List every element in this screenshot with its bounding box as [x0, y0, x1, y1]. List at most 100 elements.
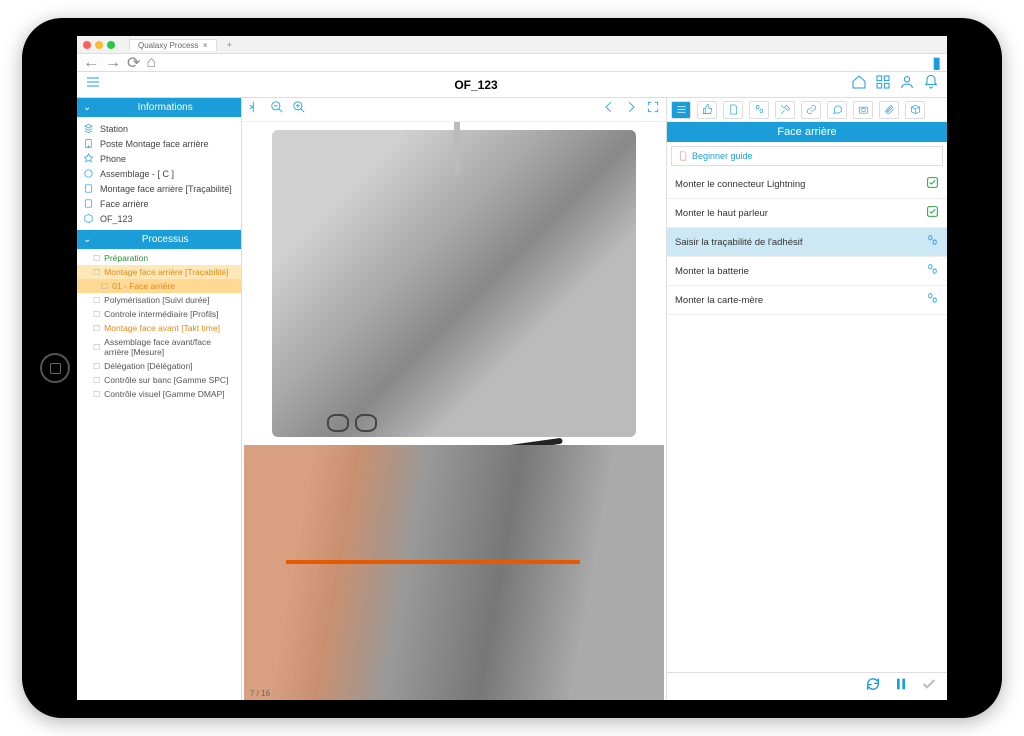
step-item[interactable]: Monter le connecteur Lightning: [667, 170, 947, 199]
rtab-link-icon[interactable]: [801, 101, 821, 119]
process-label: Délégation [Délégation]: [104, 361, 192, 371]
rtab-thumbs-up-icon[interactable]: [697, 101, 717, 119]
collapse-icon[interactable]: [248, 100, 262, 119]
process-label: Préparation: [104, 253, 148, 263]
window-close-dot[interactable]: [83, 41, 91, 49]
info-item[interactable]: Poste Montage face arrière: [77, 136, 241, 151]
zoom-out-icon[interactable]: [270, 100, 284, 119]
new-tab-button[interactable]: +: [227, 40, 232, 50]
footsteps-icon: [926, 234, 939, 250]
browser-toolbar: ← → ⟳ ⌂ ▮: [77, 54, 947, 72]
rtab-list-icon[interactable]: [671, 101, 691, 119]
bell-icon[interactable]: [923, 74, 939, 95]
step-label: Monter la carte-mère: [675, 295, 763, 306]
page-title: OF_123: [109, 78, 843, 92]
process-item[interactable]: Délégation [Délégation]: [77, 359, 241, 373]
sidebar: ⌄Informations Station Poste Montage face …: [77, 98, 242, 700]
tablet-home-button[interactable]: [40, 353, 70, 383]
sidebar-header-processus[interactable]: ⌄Processus: [77, 230, 241, 249]
footsteps-icon: [926, 292, 939, 308]
home-icon[interactable]: [851, 74, 867, 95]
nav-back-icon[interactable]: ←: [83, 54, 99, 72]
rtab-steps-icon[interactable]: [749, 101, 769, 119]
process-item[interactable]: Polymérisation [Suivi durée]: [77, 293, 241, 307]
browser-tab[interactable]: Qualaxy Process ×: [129, 39, 217, 51]
step-item[interactable]: Monter la batterie: [667, 257, 947, 286]
step-label: Monter la batterie: [675, 266, 749, 277]
process-item[interactable]: Préparation: [77, 251, 241, 265]
rtab-doc-icon[interactable]: [723, 101, 743, 119]
instruction-image-bottom: [244, 445, 664, 700]
process-item[interactable]: Montage face arrière [Traçabilité]: [77, 265, 241, 279]
process-label: Polymérisation [Suivi durée]: [104, 295, 209, 305]
info-list: Station Poste Montage face arrière Phone As…: [77, 117, 241, 230]
sidebar-header-informations[interactable]: ⌄Informations: [77, 98, 241, 117]
process-list: Préparation Montage face arrière [Traçabi…: [77, 249, 241, 403]
panel-title: Informations: [95, 102, 235, 113]
menu-icon[interactable]: [85, 74, 101, 95]
step-label: Saisir la traçabilité de l'adhésif: [675, 237, 803, 248]
screen: Qualaxy Process × + ← → ⟳ ⌂ ▮ OF_123 ⌄In…: [77, 36, 947, 700]
info-item[interactable]: Face arrière: [77, 196, 241, 211]
step-label: Monter le connecteur Lightning: [675, 179, 805, 190]
process-item[interactable]: Controle intermédiaire [Profils]: [77, 307, 241, 321]
process-item[interactable]: 01 - Face arrière: [77, 279, 241, 293]
beginner-guide-link[interactable]: Beginner guide: [671, 146, 943, 166]
image-viewer[interactable]: 7 / 16: [242, 122, 666, 700]
grid-icon[interactable]: [875, 74, 891, 95]
prev-icon[interactable]: [602, 100, 616, 119]
nav-home-icon[interactable]: ⌂: [146, 54, 156, 72]
rtab-tools-icon[interactable]: [775, 101, 795, 119]
info-label: Phone: [100, 154, 126, 164]
user-icon[interactable]: [899, 74, 915, 95]
process-item[interactable]: Contrôle visuel [Gamme DMAP]: [77, 387, 241, 401]
confirm-button[interactable]: [921, 676, 937, 697]
steps-list: Monter le connecteur Lightning Monter le …: [667, 170, 947, 315]
next-icon[interactable]: [624, 100, 638, 119]
pause-button[interactable]: [893, 676, 909, 697]
rtab-chat-icon[interactable]: [827, 101, 847, 119]
zoom-in-icon[interactable]: [292, 100, 306, 119]
fullscreen-icon[interactable]: [646, 100, 660, 119]
bookmark-icon[interactable]: ▮: [932, 53, 941, 73]
tablet-frame: Qualaxy Process × + ← → ⟳ ⌂ ▮ OF_123 ⌄In…: [22, 18, 1002, 718]
step-label: Monter le haut parleur: [675, 208, 768, 219]
process-label: Contrôle visuel [Gamme DMAP]: [104, 389, 224, 399]
process-label: Assemblage face avant/face arrière [Mesu…: [104, 337, 235, 357]
nav-reload-icon[interactable]: ⟳: [127, 53, 140, 73]
guide-label: Beginner guide: [692, 151, 753, 161]
check-icon: [926, 176, 939, 192]
info-label: OF_123: [100, 214, 133, 224]
process-item[interactable]: Contrôle sur banc [Gamme SPC]: [77, 373, 241, 387]
step-item[interactable]: Monter la carte-mère: [667, 286, 947, 315]
center-panel: 7 / 16: [242, 98, 667, 700]
rtab-box-icon[interactable]: [905, 101, 925, 119]
browser-tab-bar: Qualaxy Process × +: [77, 36, 947, 54]
info-item[interactable]: OF_123: [77, 211, 241, 226]
right-footer: [667, 672, 947, 700]
process-item[interactable]: Assemblage face avant/face arrière [Mesu…: [77, 335, 241, 359]
app-topbar: OF_123: [77, 72, 947, 98]
info-label: Montage face arrière [Traçabilité]: [100, 184, 232, 194]
refresh-button[interactable]: [865, 676, 881, 697]
process-item[interactable]: Montage face avant [Takt time]: [77, 321, 241, 335]
right-toolbar: [667, 98, 947, 122]
process-label: Controle intermédiaire [Profils]: [104, 309, 218, 319]
info-item[interactable]: Montage face arrière [Traçabilité]: [77, 181, 241, 196]
info-item[interactable]: Station: [77, 121, 241, 136]
rtab-camera-icon[interactable]: [853, 101, 873, 119]
info-label: Station: [100, 124, 128, 134]
panel-title: Processus: [95, 234, 235, 245]
info-item[interactable]: Assemblage - [ C ]: [77, 166, 241, 181]
rtab-attach-icon[interactable]: [879, 101, 899, 119]
page-indicator: 7 / 16: [250, 689, 270, 698]
step-item[interactable]: Monter le haut parleur: [667, 199, 947, 228]
nav-forward-icon[interactable]: →: [105, 54, 121, 72]
step-item[interactable]: Saisir la traçabilité de l'adhésif: [667, 228, 947, 257]
window-min-dot[interactable]: [95, 41, 103, 49]
process-label: 01 - Face arrière: [112, 281, 175, 291]
window-max-dot[interactable]: [107, 41, 115, 49]
process-label: Montage face arrière [Traçabilité]: [104, 267, 228, 277]
info-label: Assemblage - [ C ]: [100, 169, 174, 179]
info-item[interactable]: Phone: [77, 151, 241, 166]
